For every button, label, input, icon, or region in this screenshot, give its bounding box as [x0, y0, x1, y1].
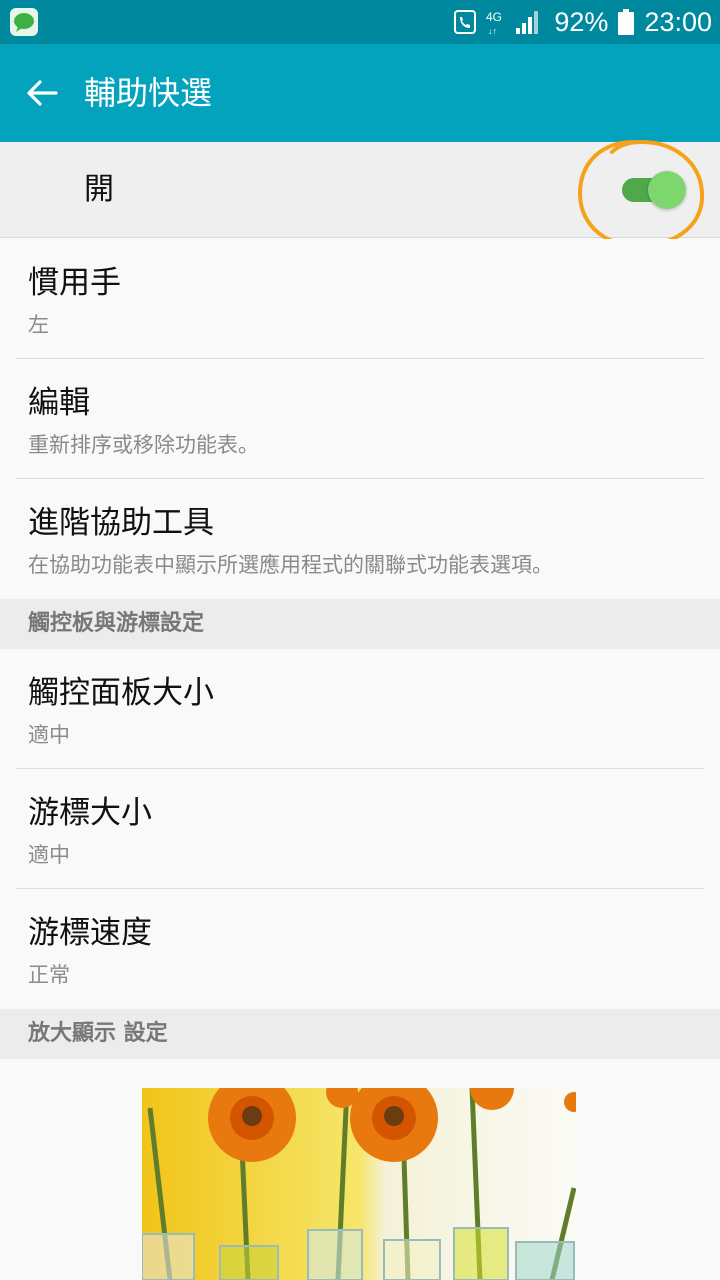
section-header-label: 觸控板與游標設定 — [28, 611, 205, 636]
setting-title: 編輯 — [28, 385, 90, 421]
status-bar: 4G ↓↑ 92% 23:00 — [0, 0, 720, 44]
message-app-icon — [10, 8, 38, 36]
master-switch-label: 開 — [84, 172, 114, 207]
wifi-calling-icon — [454, 10, 477, 34]
section-header-label: 放大顯示 設定 — [28, 1021, 168, 1046]
battery-percent: 92% — [554, 6, 609, 37]
setting-value: 正常 — [28, 963, 70, 987]
setting-cursor-speed[interactable]: 游標速度 正常 — [0, 889, 720, 1009]
section-header-magnify: 放大顯示 設定 — [0, 1009, 720, 1059]
setting-title: 慣用手 — [28, 265, 121, 301]
setting-title: 進階協助工具 — [28, 505, 214, 541]
setting-touchpad-size[interactable]: 觸控面板大小 適中 — [0, 649, 720, 769]
setting-cursor-size[interactable]: 游標大小 適中 — [0, 769, 720, 889]
toggle-thumb — [648, 171, 686, 209]
section-header-touchpad: 觸控板與游標設定 — [0, 599, 720, 649]
setting-description: 在協助功能表中顯示所選應用程式的關聯式功能表選項。 — [28, 553, 553, 577]
setting-value: 適中 — [28, 723, 70, 747]
setting-description: 重新排序或移除功能表。 — [28, 433, 259, 457]
signal-strength-icon: 4G ↓↑ — [486, 10, 539, 36]
clock: 23:00 — [644, 6, 712, 37]
svg-text:↓↑: ↓↑ — [488, 26, 497, 36]
setting-title: 觸控面板大小 — [28, 675, 214, 711]
setting-title: 游標速度 — [28, 915, 152, 951]
setting-edit[interactable]: 編輯 重新排序或移除功能表。 — [0, 359, 720, 479]
battery-icon — [618, 9, 635, 35]
master-toggle-switch[interactable] — [620, 168, 690, 212]
setting-advanced-tools[interactable]: 進階協助工具 在協助功能表中顯示所選應用程式的關聯式功能表選項。 — [0, 479, 720, 599]
setting-value: 適中 — [28, 843, 70, 867]
setting-title: 游標大小 — [28, 795, 152, 831]
magnify-preview-image — [142, 1088, 576, 1280]
setting-dominant-hand[interactable]: 慣用手 左 — [0, 239, 720, 359]
app-bar: 輔助快選 — [0, 44, 720, 142]
network-type-label: 4G — [486, 10, 502, 24]
setting-value: 左 — [28, 313, 49, 337]
back-arrow-icon[interactable] — [24, 75, 60, 111]
master-switch-row[interactable]: 開 — [0, 142, 720, 238]
page-title: 輔助快選 — [84, 74, 213, 112]
